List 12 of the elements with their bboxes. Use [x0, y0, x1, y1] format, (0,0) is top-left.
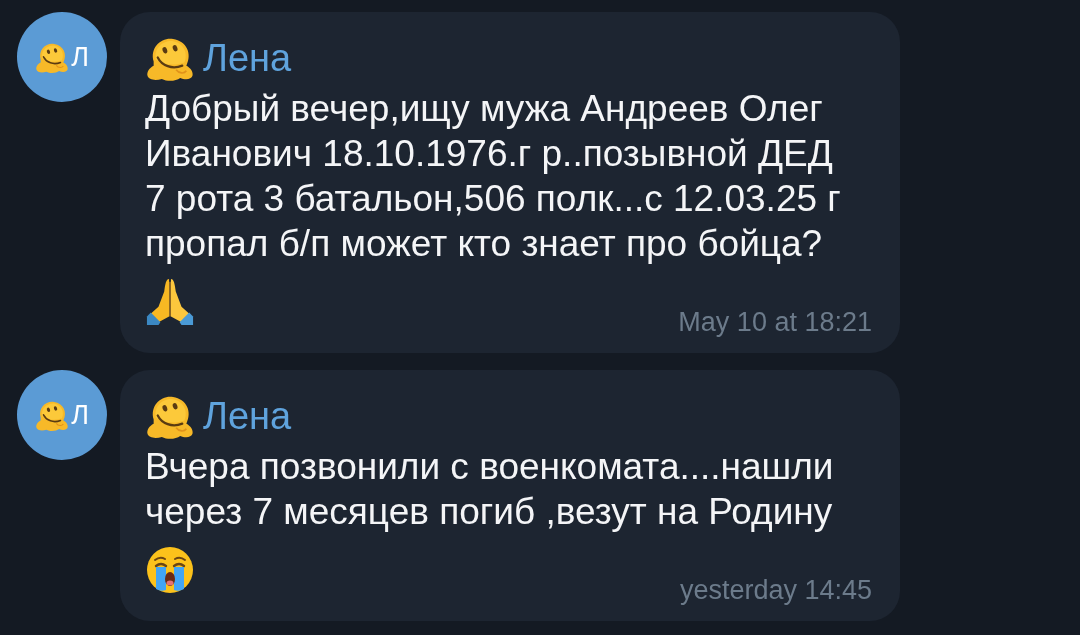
avatar-initial: Л [71, 43, 89, 71]
avatar[interactable]: Л [17, 12, 107, 102]
message-time: May 10 at 18:21 [678, 309, 872, 336]
avatar[interactable]: Л [17, 370, 107, 460]
message-text: Вчера позвонили с военкомата....нашли через 7 месяцев погиб ,везут на Родину [145, 445, 835, 534]
message-text: Добрый вечер,ищу мужа Андреев Олег Иванович 18.10.1976.г р..позывной ДЕД 7 рота 3 батальон,506 полк...с 12.03.25 г пропал б/п может кто знает про бойца? [145, 87, 842, 266]
sender-name[interactable]: Лена [203, 397, 292, 435]
message-time: yesterday 14:45 [679, 577, 872, 604]
folded-hands-icon [145, 278, 195, 326]
sender-name[interactable]: Лена [203, 39, 292, 77]
crying-face-icon [145, 546, 195, 594]
avatar-initial: Л [71, 401, 89, 429]
